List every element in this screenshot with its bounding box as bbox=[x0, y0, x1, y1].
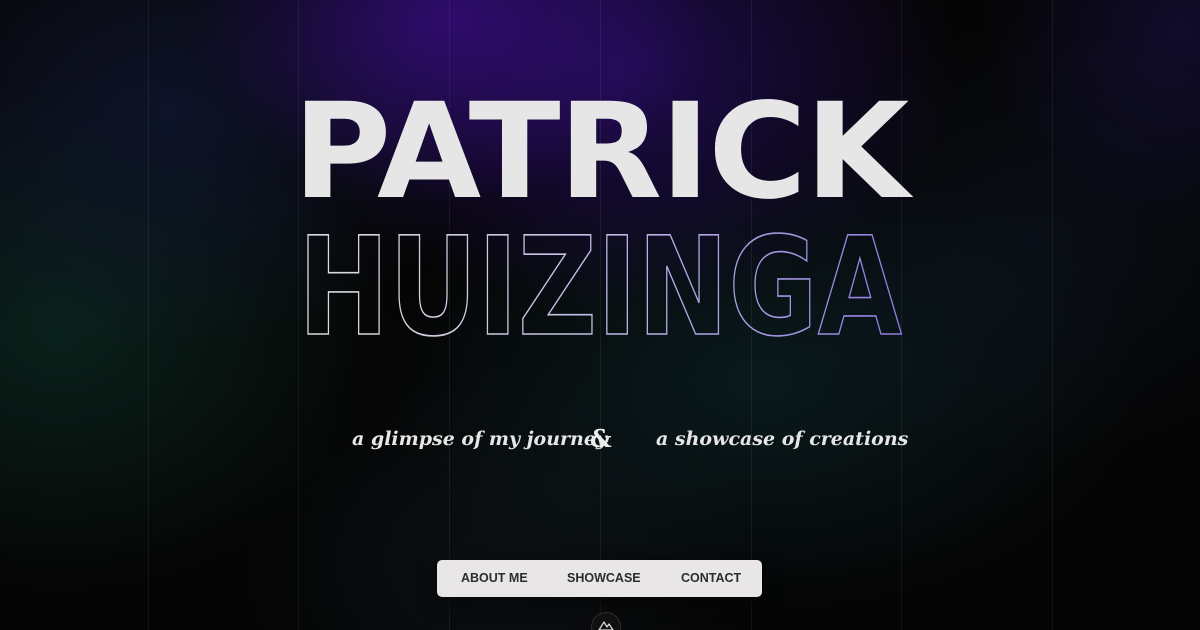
tagline-row: a glimpse of my journey & a showcase of … bbox=[0, 424, 1200, 458]
hero-last-name-outline: HUIZINGA bbox=[297, 208, 903, 368]
tagline-journey: a glimpse of my journey bbox=[352, 428, 607, 450]
hero-page: PATRICK HUIZINGA a glimpse of my journey… bbox=[0, 0, 1200, 630]
nav-about-me-link[interactable]: ABOUT ME bbox=[461, 560, 528, 597]
hero-last-name: HUIZINGA bbox=[298, 209, 902, 367]
nav-showcase-link[interactable]: SHOWCASE bbox=[567, 560, 641, 597]
main-nav: ABOUT ME SHOWCASE CONTACT bbox=[437, 560, 762, 597]
mountain-logo-icon bbox=[598, 621, 614, 630]
tagline-creations: a showcase of creations bbox=[656, 428, 909, 450]
tagline-ampersand: & bbox=[590, 424, 612, 453]
hero-last-name-wrapper: HUIZINGA bbox=[0, 0, 1200, 630]
nav-contact-link[interactable]: CONTACT bbox=[681, 560, 741, 597]
